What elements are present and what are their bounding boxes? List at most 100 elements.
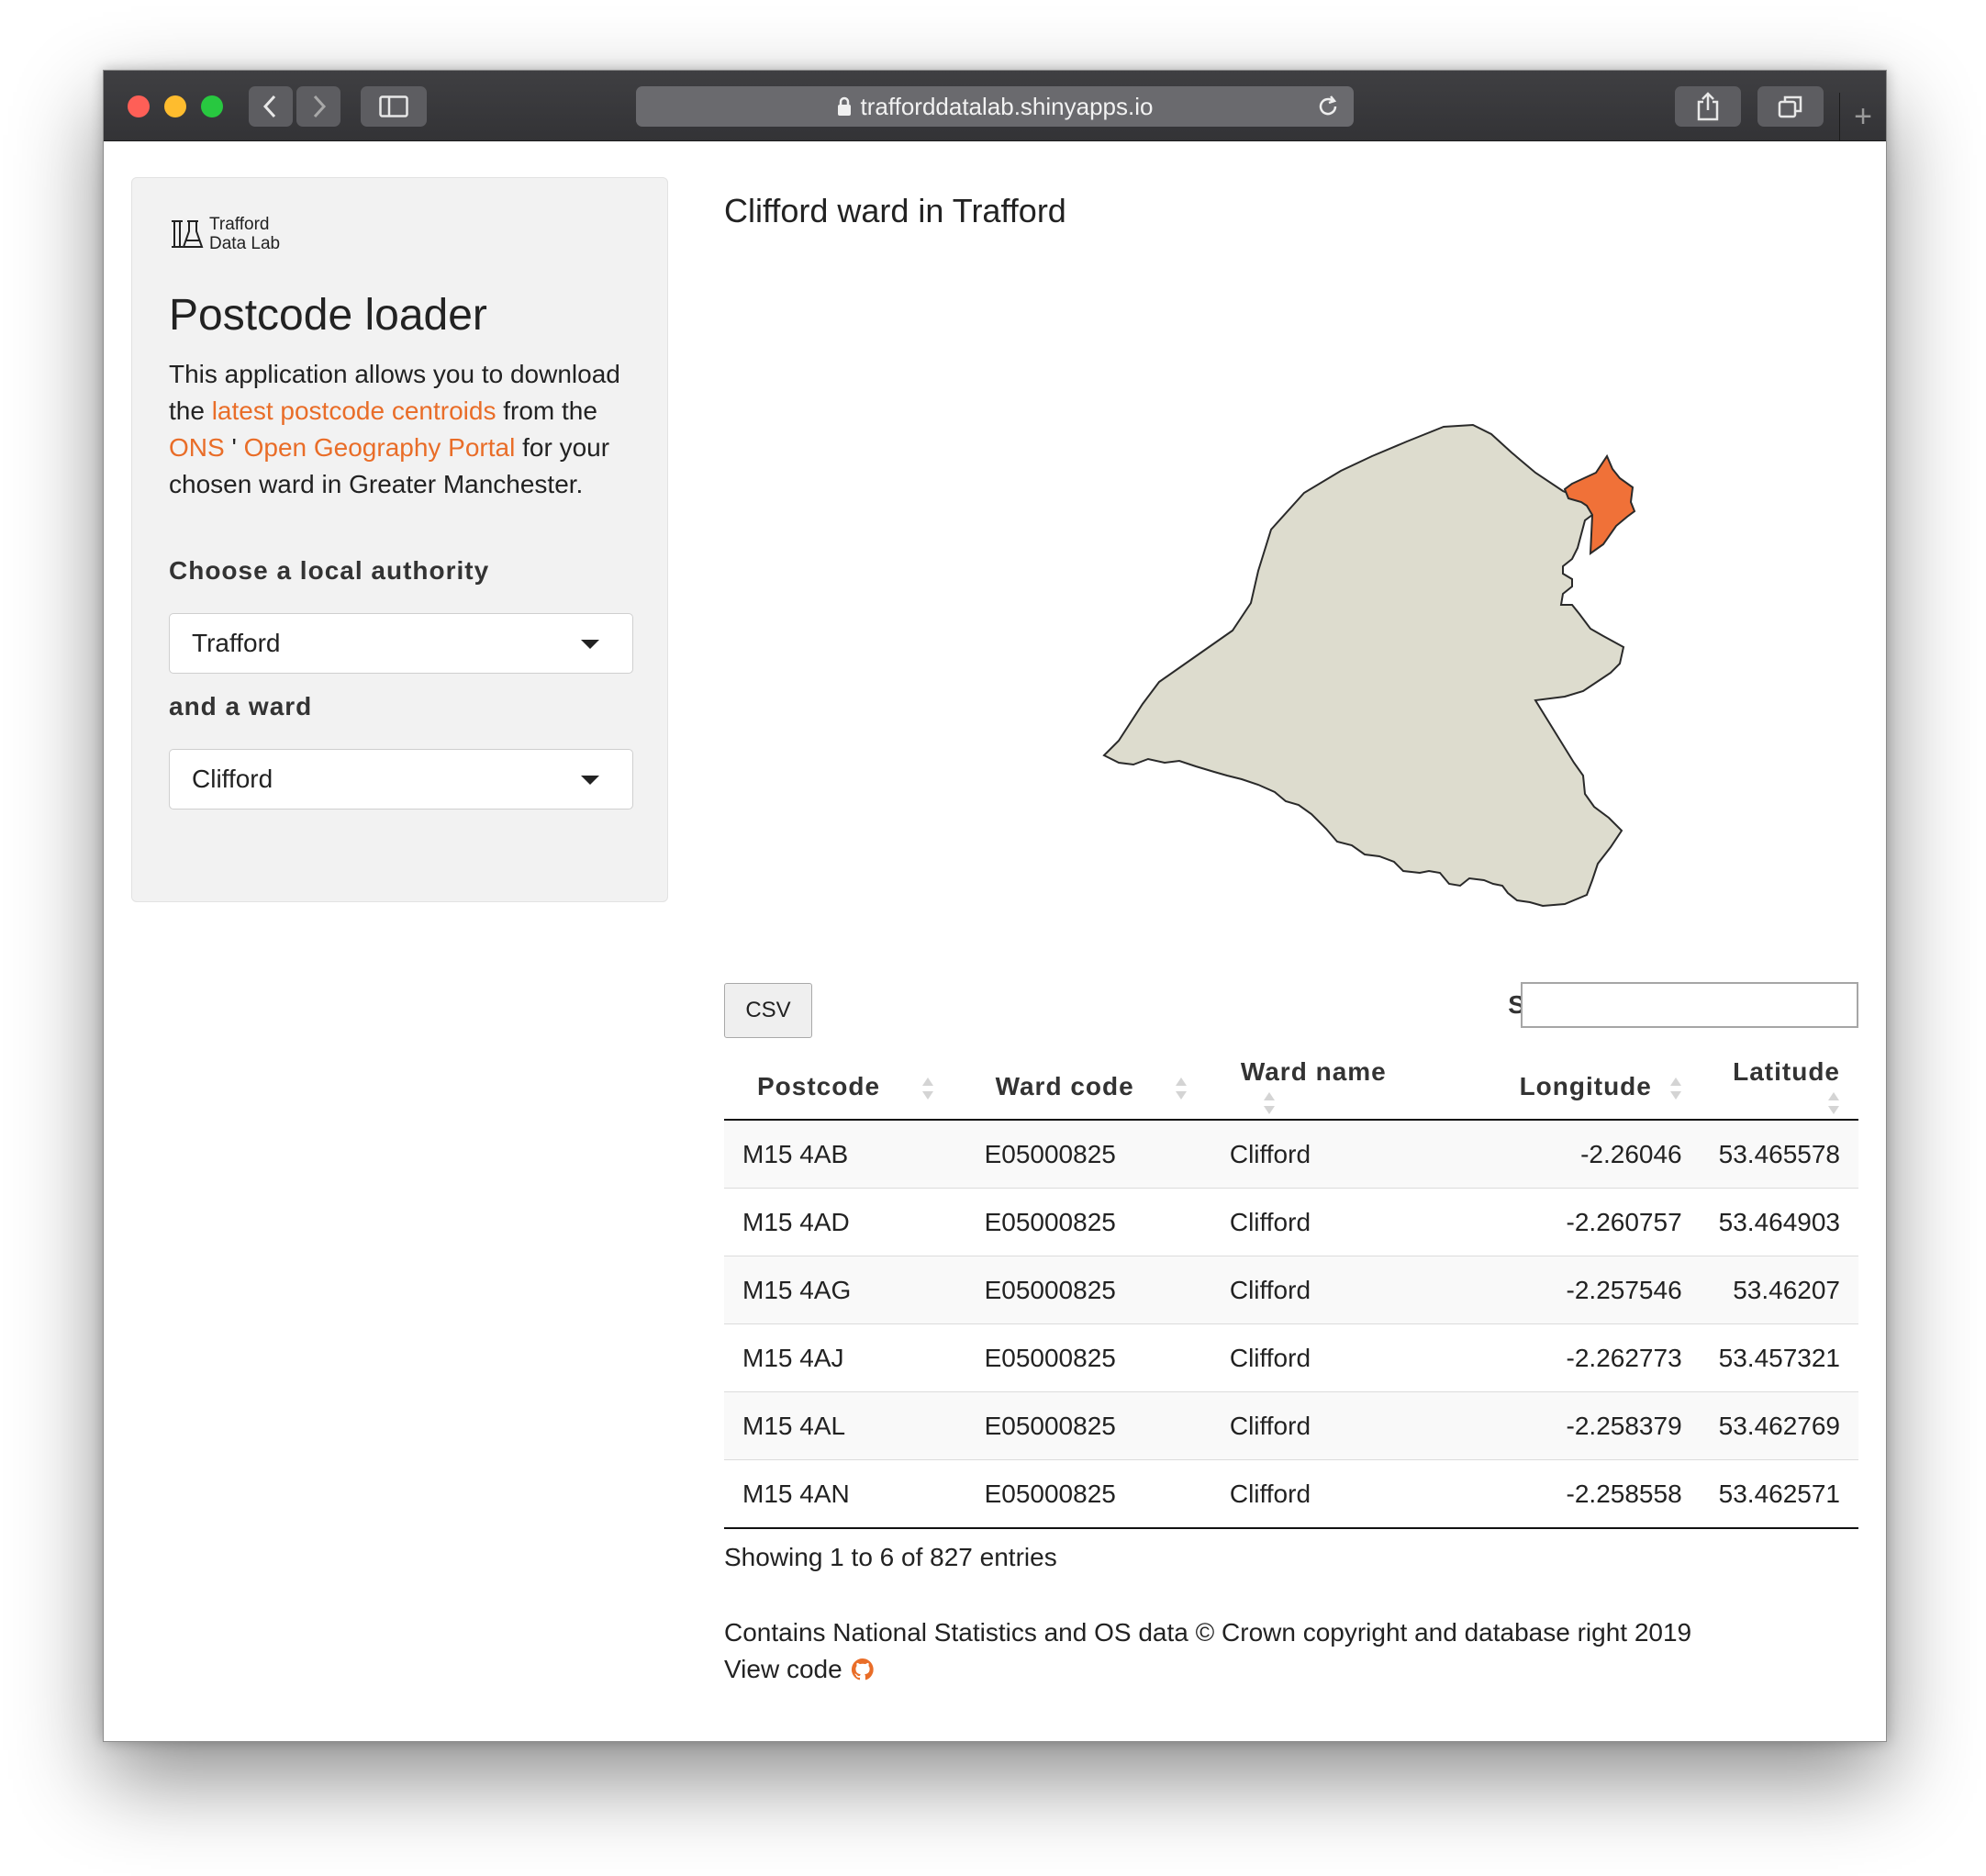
sidebar-toggle-button[interactable] bbox=[361, 86, 427, 127]
cell-postcode: M15 4AL bbox=[724, 1391, 966, 1460]
column-header-postcode[interactable]: Postcode bbox=[724, 1055, 966, 1121]
map-title: Clifford ward in Trafford bbox=[724, 192, 1066, 229]
share-icon bbox=[1697, 92, 1719, 121]
ward-label: and a ward bbox=[169, 692, 313, 720]
cell-longitude: -2.262773 bbox=[1455, 1323, 1701, 1392]
csv-download-button[interactable]: CSV bbox=[724, 983, 812, 1038]
cell-latitude: 53.457321 bbox=[1700, 1323, 1858, 1392]
chevron-right-icon bbox=[313, 95, 327, 118]
column-header-label: Ward name bbox=[1240, 1057, 1387, 1086]
cell-latitude: 53.464903 bbox=[1700, 1188, 1858, 1256]
minimize-window-button[interactable] bbox=[164, 95, 186, 117]
table-header-row: Postcode Ward code Ward name Longitude L… bbox=[724, 1055, 1858, 1121]
postcode-centroids-link[interactable]: latest postcode centroids bbox=[212, 396, 496, 425]
table-row[interactable]: M15 4AD E05000825 Clifford -2.260757 53.… bbox=[724, 1188, 1858, 1256]
sort-arrows-icon bbox=[1176, 1077, 1188, 1100]
column-header-longitude[interactable]: Longitude bbox=[1455, 1055, 1701, 1121]
sidebar-panel: Trafford Data Lab Postcode loader This a… bbox=[131, 177, 668, 902]
sort-arrows-icon bbox=[1263, 1091, 1275, 1114]
cell-postcode: M15 4AD bbox=[724, 1188, 966, 1256]
new-tab-button[interactable]: + bbox=[1839, 93, 1886, 140]
cell-longitude: -2.260757 bbox=[1455, 1188, 1701, 1256]
cell-postcode: M15 4AG bbox=[724, 1256, 966, 1324]
close-window-button[interactable] bbox=[128, 95, 150, 117]
chevron-left-icon bbox=[262, 95, 276, 118]
logo-line1: Trafford bbox=[209, 215, 270, 234]
column-header-label: Latitude bbox=[1733, 1057, 1840, 1086]
ward-select-value: Clifford bbox=[192, 765, 273, 793]
cell-ward-name: Clifford bbox=[1211, 1391, 1456, 1460]
table-row[interactable]: M15 4AG E05000825 Clifford -2.257546 53.… bbox=[724, 1256, 1858, 1324]
footer-credits: Contains National Statistics and OS data… bbox=[724, 1614, 1691, 1688]
tabs-icon bbox=[1778, 95, 1802, 118]
cell-ward-name: Clifford bbox=[1211, 1256, 1456, 1324]
cell-longitude: -2.26046 bbox=[1455, 1120, 1701, 1189]
address-bar[interactable]: trafforddatalab.shinyapps.io bbox=[636, 86, 1354, 127]
column-header-label: Postcode bbox=[757, 1072, 881, 1100]
app-title: Postcode loader bbox=[169, 291, 487, 340]
cell-ward-code: E05000825 bbox=[965, 1459, 1211, 1529]
cell-longitude: -2.258558 bbox=[1455, 1459, 1701, 1529]
view-code-label: View code bbox=[724, 1655, 842, 1683]
cell-longitude: -2.258379 bbox=[1455, 1391, 1701, 1460]
cell-ward-code: E05000825 bbox=[965, 1256, 1211, 1324]
browser-window: trafforddatalab.shinyapps.io + Trafford … bbox=[103, 70, 1887, 1742]
cell-ward-name: Clifford bbox=[1211, 1323, 1456, 1392]
cell-latitude: 53.462571 bbox=[1700, 1459, 1858, 1529]
cell-ward-code: E05000825 bbox=[965, 1391, 1211, 1460]
trafford-data-lab-logo[interactable]: Trafford Data Lab bbox=[169, 215, 280, 253]
view-code-link[interactable]: View code bbox=[724, 1651, 1691, 1688]
open-geography-portal-link[interactable]: Open Geography Portal bbox=[244, 433, 516, 462]
column-header-label: Ward code bbox=[995, 1072, 1134, 1100]
table-row[interactable]: M15 4AL E05000825 Clifford -2.258379 53.… bbox=[724, 1391, 1858, 1460]
column-header-ward-code[interactable]: Ward code bbox=[965, 1055, 1211, 1121]
table-row[interactable]: M15 4AN E05000825 Clifford -2.258558 53.… bbox=[724, 1459, 1858, 1529]
column-header-label: Longitude bbox=[1519, 1072, 1652, 1100]
sort-arrows-icon bbox=[1828, 1091, 1839, 1114]
back-button[interactable] bbox=[249, 86, 293, 127]
github-icon bbox=[851, 1658, 874, 1681]
sort-arrows-icon bbox=[1669, 1077, 1681, 1100]
authority-label: Choose a local authority bbox=[169, 556, 490, 585]
table-info: Showing 1 to 6 of 827 entries bbox=[724, 1543, 1057, 1571]
caret-down-icon bbox=[581, 640, 599, 649]
cell-postcode: M15 4AN bbox=[724, 1459, 966, 1529]
cell-ward-name: Clifford bbox=[1211, 1459, 1456, 1529]
cell-ward-name: Clifford bbox=[1211, 1188, 1456, 1256]
cell-ward-code: E05000825 bbox=[965, 1120, 1211, 1189]
authority-select-value: Trafford bbox=[192, 629, 281, 657]
plus-icon: + bbox=[1854, 98, 1872, 134]
search-input[interactable] bbox=[1521, 982, 1858, 1028]
cell-ward-code: E05000825 bbox=[965, 1188, 1211, 1256]
cell-postcode: M15 4AB bbox=[724, 1120, 966, 1189]
logo-line2: Data Lab bbox=[209, 234, 281, 253]
share-button[interactable] bbox=[1675, 86, 1741, 127]
column-header-ward-name[interactable]: Ward name bbox=[1211, 1055, 1456, 1121]
forward-button[interactable] bbox=[296, 86, 340, 127]
cell-ward-code: E05000825 bbox=[965, 1323, 1211, 1392]
url-text: trafforddatalab.shinyapps.io bbox=[860, 92, 1154, 120]
logo-text: Trafford Data Lab bbox=[209, 215, 280, 253]
copyright-text: Contains National Statistics and OS data… bbox=[724, 1618, 1692, 1647]
cell-latitude: 53.465578 bbox=[1700, 1120, 1858, 1189]
table-row[interactable]: M15 4AJ E05000825 Clifford -2.262773 53.… bbox=[724, 1323, 1858, 1392]
authority-select[interactable]: Trafford bbox=[169, 613, 633, 674]
cell-longitude: -2.257546 bbox=[1455, 1256, 1701, 1324]
browser-titlebar: trafforddatalab.shinyapps.io + bbox=[104, 71, 1886, 141]
sidebar-icon bbox=[379, 95, 408, 117]
ons-link[interactable]: ONS bbox=[169, 433, 225, 462]
column-header-latitude[interactable]: Latitude bbox=[1700, 1055, 1858, 1121]
ward-select[interactable]: Clifford bbox=[169, 749, 633, 810]
zoom-window-button[interactable] bbox=[201, 95, 223, 117]
caret-down-icon bbox=[581, 776, 599, 785]
tabs-overview-button[interactable] bbox=[1757, 86, 1824, 127]
lab-flask-icon bbox=[172, 220, 204, 248]
lock-icon bbox=[837, 96, 851, 116]
cell-ward-name: Clifford bbox=[1211, 1120, 1456, 1189]
reload-icon[interactable] bbox=[1315, 94, 1341, 119]
sort-arrows-icon bbox=[921, 1077, 933, 1100]
trafford-boundary-shape bbox=[1102, 423, 1625, 908]
cell-latitude: 53.46207 bbox=[1700, 1256, 1858, 1324]
ward-map[interactable] bbox=[1058, 364, 1646, 915]
table-row[interactable]: M15 4AB E05000825 Clifford -2.26046 53.4… bbox=[724, 1120, 1858, 1189]
